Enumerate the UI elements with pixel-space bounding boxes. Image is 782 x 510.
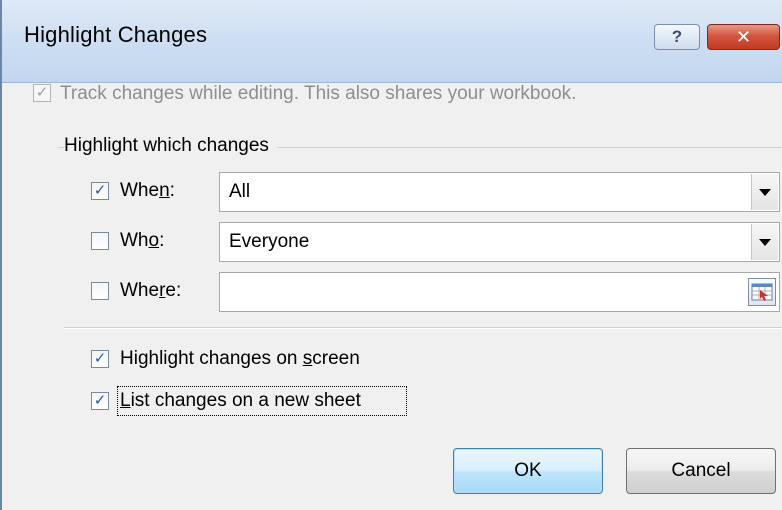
- chevron-down-icon[interactable]: [751, 224, 778, 260]
- when-checkbox[interactable]: ✓: [91, 182, 109, 200]
- checkmark-icon: ✓: [93, 182, 107, 199]
- highlight-on-screen-label: Highlight changes on screen: [120, 348, 360, 369]
- ok-button[interactable]: OK: [453, 448, 603, 494]
- who-value: Everyone: [229, 231, 310, 252]
- track-changes-label: Track changes while editing. This also s…: [60, 83, 577, 104]
- highlight-changes-dialog: Highlight Changes ? ✕ ✓ Track changes wh…: [0, 0, 782, 510]
- close-icon: ✕: [735, 27, 752, 47]
- checkmark-icon: ✓: [93, 392, 107, 409]
- when-value: All: [229, 181, 251, 202]
- help-icon: ?: [671, 27, 683, 46]
- list-on-new-sheet-label: List changes on a new sheet: [120, 390, 361, 411]
- chevron-down-icon[interactable]: [751, 174, 778, 210]
- highlight-on-screen-checkbox[interactable]: ✓: [91, 350, 109, 368]
- checkmark-icon: ✓: [93, 350, 107, 367]
- cancel-button[interactable]: Cancel: [626, 448, 776, 494]
- where-input[interactable]: [219, 272, 780, 312]
- title-bar: Highlight Changes ? ✕: [2, 0, 782, 83]
- who-dropdown[interactable]: Everyone: [219, 222, 780, 262]
- dialog-title: Highlight Changes: [24, 22, 208, 47]
- checkmark-icon: ✓: [35, 84, 49, 101]
- help-button[interactable]: ?: [654, 24, 700, 50]
- separator: [64, 327, 782, 329]
- when-label: When:: [120, 180, 175, 201]
- track-changes-checkbox[interactable]: ✓: [33, 84, 51, 102]
- group-title: Highlight which changes: [64, 135, 277, 157]
- where-checkbox[interactable]: [91, 282, 109, 300]
- when-dropdown[interactable]: All: [219, 172, 780, 212]
- list-on-new-sheet-checkbox[interactable]: ✓: [91, 392, 109, 410]
- who-label: Who:: [120, 230, 165, 251]
- where-label: Where:: [120, 280, 182, 301]
- range-select-icon[interactable]: [748, 278, 776, 306]
- who-checkbox[interactable]: [91, 232, 109, 250]
- close-button[interactable]: ✕: [707, 24, 780, 50]
